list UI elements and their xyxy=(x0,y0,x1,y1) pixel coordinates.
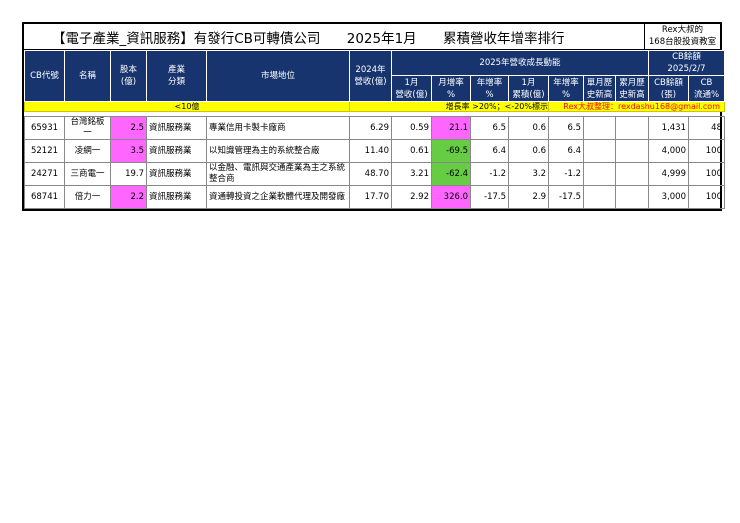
cell-rev-2024: 6.29 xyxy=(349,116,392,140)
col-capital: 股本 (億) xyxy=(110,50,147,102)
cell-cb-code: 65931 xyxy=(24,116,65,140)
cell-single-month-high xyxy=(583,185,616,209)
cell-cb-amount: 4,999 xyxy=(648,162,689,186)
cell-capital: 19.7 xyxy=(110,162,147,186)
capital-note: <10億 xyxy=(24,101,350,112)
col-group-cb-balance: CB餘額 2025/2/7 xyxy=(648,50,725,76)
col-group-growth: 2025年營收成長動能 xyxy=(391,50,649,76)
cell-m1-yoy: 6.4 xyxy=(470,139,509,163)
title-part-ranking: 累積營收年增率排行 xyxy=(442,30,565,47)
cell-cum-month-high xyxy=(615,116,649,140)
title-row: 【電子產業_資訊服務】有發行CB可轉債公司 2025年1月 累積營收年增率排行 … xyxy=(24,23,720,50)
table-row: 52121 凌網一 3.5 資訊服務業 以知識管理為主的系統整合廠 11.40 0.61 -6… xyxy=(24,139,725,163)
cell-m1-mom: 326.0 xyxy=(431,185,471,209)
col-industry: 產業 分類 xyxy=(146,50,207,102)
cell-market-position: 以金融、電訊與交通產業為主之系統整合商 xyxy=(206,162,350,186)
cell-cb-amount: 1,431 xyxy=(648,116,689,140)
cell-name: 倍力一 xyxy=(64,185,111,209)
col-m1-mom: 月增率 % xyxy=(431,75,471,102)
cell-m1-cum: 0.6 xyxy=(508,116,549,140)
report-title: 【電子產業_資訊服務】有發行CB可轉債公司 2025年1月 累積營收年增率排行 xyxy=(24,27,586,47)
cell-capital: 2.5 xyxy=(110,116,147,140)
cb-table: CB代號 名稱 股本 (億) 產業 分類 市場地位 2024年 營收(億) 20… xyxy=(24,50,725,209)
cell-cum-yoy: -1.2 xyxy=(548,162,584,186)
cell-cb-code: 24271 xyxy=(24,162,65,186)
col-cb-ratio: CB 流通% xyxy=(688,75,725,102)
cell-cum-yoy: -17.5 xyxy=(548,185,584,209)
cell-cb-ratio: 100 xyxy=(688,139,725,163)
cell-m1-yoy: -17.5 xyxy=(470,185,509,209)
col-name: 名稱 xyxy=(64,50,111,102)
organizer-note: Rex大叔整理：rexdashu168@gmail.com xyxy=(548,101,725,112)
cell-cb-ratio: 100 xyxy=(688,185,725,209)
cell-cum-month-high xyxy=(615,139,649,163)
col-single-month-high: 單月歷 史新高 xyxy=(583,75,616,102)
cell-cb-amount: 4,000 xyxy=(648,139,689,163)
cell-m1-mom: -69.5 xyxy=(431,139,471,163)
cell-m1-mom: 21.1 xyxy=(431,116,471,140)
cell-market-position: 以知識管理為主的系統整合廠 xyxy=(206,139,350,163)
col-m1-rev: 1月 營收(億) xyxy=(391,75,432,102)
title-part-period: 2025年1月 xyxy=(346,30,417,47)
cell-single-month-high xyxy=(583,139,616,163)
cell-m1-mom: -62.4 xyxy=(431,162,471,186)
cell-cum-yoy: 6.4 xyxy=(548,139,584,163)
table-body: <10億 增長率 >20%；<-20%標示 Rex大叔整理：rexdashu16… xyxy=(24,101,725,209)
cell-cum-yoy: 6.5 xyxy=(548,116,584,140)
cell-name: 凌網一 xyxy=(64,139,111,163)
cell-cb-ratio: 48 xyxy=(688,116,725,140)
col-m1-yoy: 年增率 % xyxy=(470,75,509,102)
cell-cb-ratio: 100 xyxy=(688,162,725,186)
cell-single-month-high xyxy=(583,116,616,140)
cell-m1-rev: 0.61 xyxy=(391,139,432,163)
cell-industry: 資訊服務業 xyxy=(146,162,207,186)
cell-cb-code: 68741 xyxy=(24,185,65,209)
cell-name: 三商電一 xyxy=(64,162,111,186)
table-row: 65931 台灣銘板一 2.5 資訊服務業 專業信用卡製卡廠商 6.29 0.59 21.1 6… xyxy=(24,116,725,140)
col-m1-cum: 1月 累積(億) xyxy=(508,75,549,102)
brand-line-1: Rex大叔的 xyxy=(661,25,704,35)
brand-box: Rex大叔的 168台股投資教室 xyxy=(644,23,720,49)
title-part-industry: 【電子產業_資訊服務】有發行CB可轉債公司 xyxy=(52,30,321,47)
cell-industry: 資訊服務業 xyxy=(146,139,207,163)
col-cum-yoy: 年增率 % xyxy=(548,75,584,102)
col-market-position: 市場地位 xyxy=(206,50,350,102)
cell-m1-rev: 3.21 xyxy=(391,162,432,186)
cell-rev-2024: 11.40 xyxy=(349,139,392,163)
cell-market-position: 專業信用卡製卡廠商 xyxy=(206,116,350,140)
cell-capital: 3.5 xyxy=(110,139,147,163)
cell-rev-2024: 17.70 xyxy=(349,185,392,209)
cell-cum-month-high xyxy=(615,185,649,209)
cell-m1-cum: 3.2 xyxy=(508,162,549,186)
cell-m1-rev: 0.59 xyxy=(391,116,432,140)
cell-m1-cum: 2.9 xyxy=(508,185,549,209)
col-cum-month-high: 累月歷 史新高 xyxy=(615,75,649,102)
cell-cum-month-high xyxy=(615,162,649,186)
cell-name: 台灣銘板一 xyxy=(64,116,111,140)
cell-cb-amount: 3,000 xyxy=(648,185,689,209)
cell-m1-yoy: 6.5 xyxy=(470,116,509,140)
growth-note: 增長率 >20%；<-20%標示 xyxy=(349,101,549,112)
report-sheet: 【電子產業_資訊服務】有發行CB可轉債公司 2025年1月 累積營收年增率排行 … xyxy=(22,22,725,211)
cell-rev-2024: 48.70 xyxy=(349,162,392,186)
col-cb-code: CB代號 xyxy=(24,50,65,102)
table-row: 68741 倍力一 2.2 資訊服務業 資通轉投資之企業軟體代理及開發廠 17.70 2.9… xyxy=(24,185,725,209)
cell-industry: 資訊服務業 xyxy=(146,185,207,209)
cell-capital: 2.2 xyxy=(110,185,147,209)
cell-m1-rev: 2.92 xyxy=(391,185,432,209)
cell-single-month-high xyxy=(583,162,616,186)
cell-industry: 資訊服務業 xyxy=(146,116,207,140)
cell-m1-yoy: -1.2 xyxy=(470,162,509,186)
cell-cb-code: 52121 xyxy=(24,139,65,163)
col-rev-2024: 2024年 營收(億) xyxy=(349,50,392,102)
col-cb-amount: CB餘額 (張) xyxy=(648,75,689,102)
table-header: CB代號 名稱 股本 (億) 產業 分類 市場地位 2024年 營收(億) 20… xyxy=(24,50,725,102)
legend-row: <10億 增長率 >20%；<-20%標示 Rex大叔整理：rexdashu16… xyxy=(24,101,725,112)
table-row: 24271 三商電一 19.7 資訊服務業 以金融、電訊與交通產業為主之系統整合商 48.… xyxy=(24,162,725,186)
brand-line-2: 168台股投資教室 xyxy=(648,37,717,47)
cell-market-position: 資通轉投資之企業軟體代理及開發廠 xyxy=(206,185,350,209)
cell-m1-cum: 0.6 xyxy=(508,139,549,163)
